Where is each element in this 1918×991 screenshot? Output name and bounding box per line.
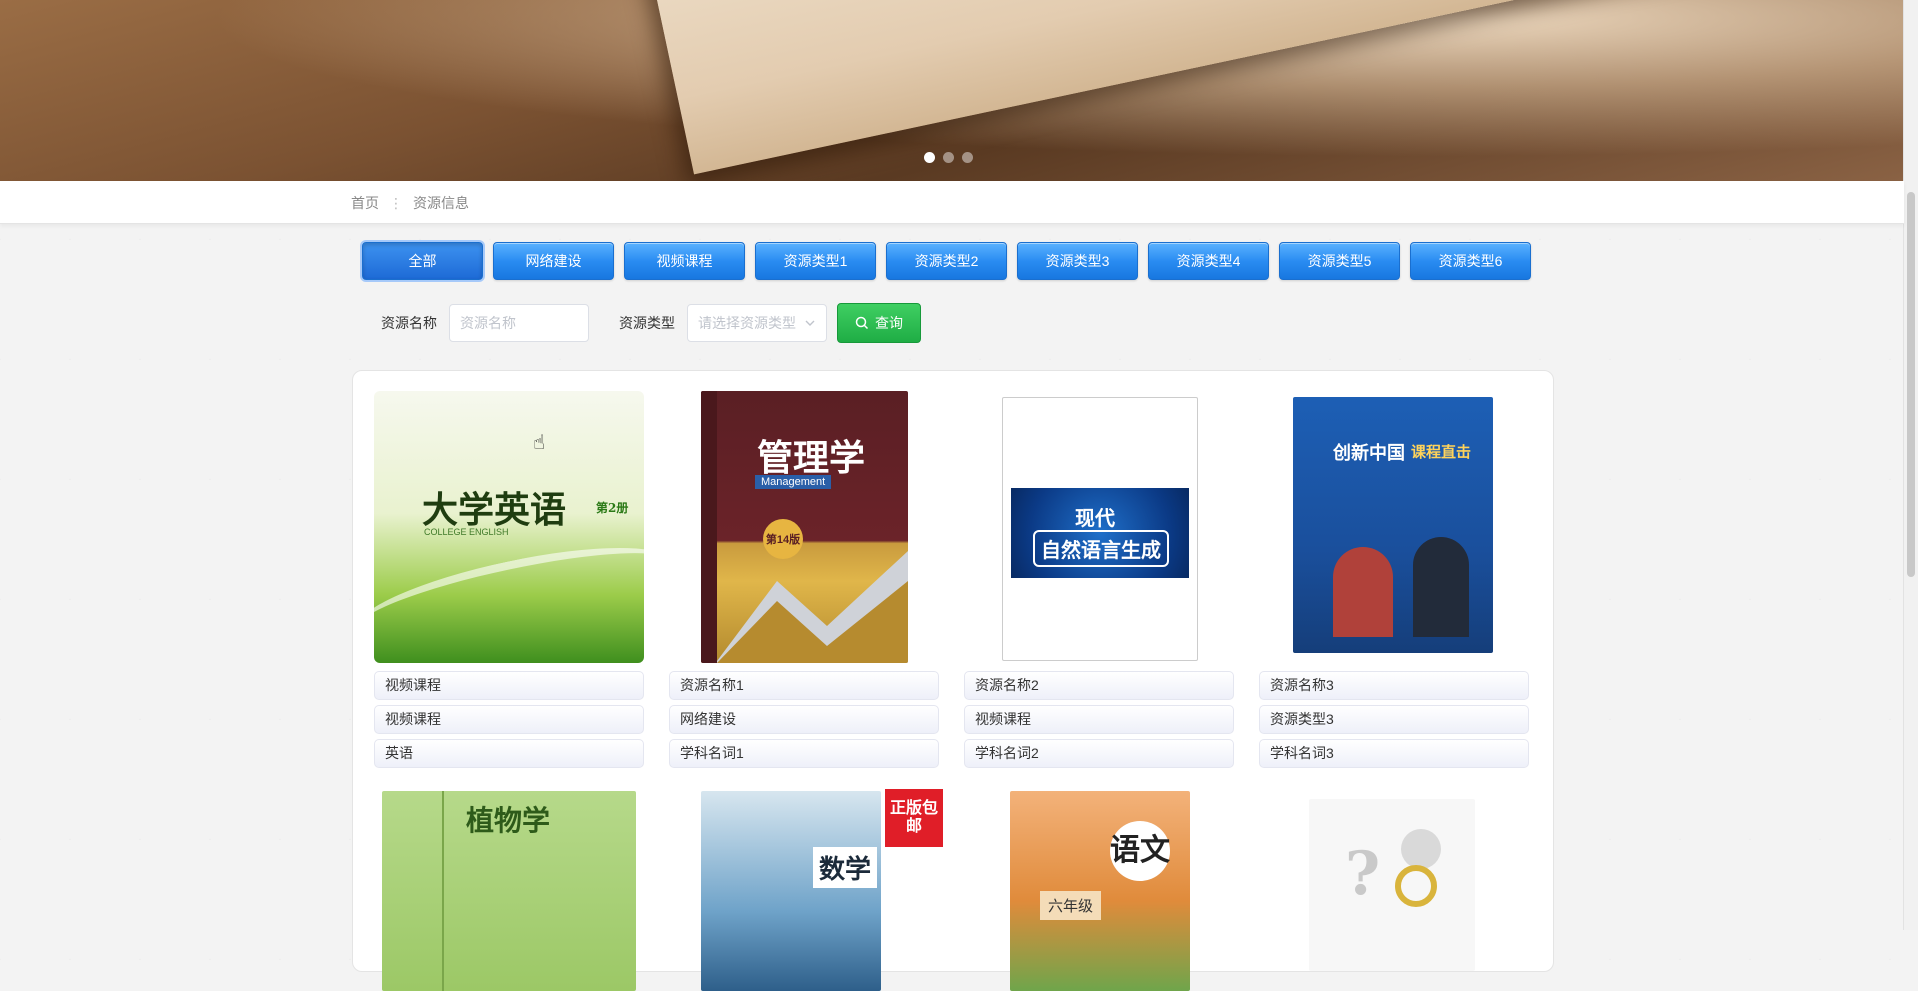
resource-grid: 大学英语 第2册 COLLEGE ENGLISH 视频课程 视频课程 英语 管理… [352,370,1554,991]
category-type1-button[interactable]: 资源类型1 [755,242,876,280]
category-video-button[interactable]: 视频课程 [624,242,745,280]
type-select-placeholder: 请选择资源类型 [698,315,796,331]
cover-subtitle: Management [755,475,832,489]
resource-subject: 英语 [374,739,644,768]
cover-image[interactable]: 数学 [701,791,881,991]
cover-image[interactable]: 创新中国 课程直击 [1293,397,1493,653]
carousel-dot-3[interactable] [962,152,973,163]
cover-image[interactable]: 植物学 [382,791,636,991]
category-type6-button[interactable]: 资源类型6 [1410,242,1531,280]
breadcrumb-bar: 首页 ⋮ 资源信息 [0,181,1904,224]
resource-name: 资源名称2 [964,671,1234,700]
cover-subtitle: 课程直击 [1411,443,1472,461]
resource-type: 视频课程 [964,705,1234,734]
cover-image[interactable]: ? [1309,799,1475,971]
chevron-down-icon [805,320,815,326]
carousel-dot-1[interactable] [924,152,935,163]
cover-title: 现代 [1075,506,1115,530]
question-mark-icon: ? [1345,839,1381,909]
cover-image[interactable]: 语文 六年级 [1010,791,1190,991]
resource-type: 网络建设 [669,705,939,734]
cover-title: 植物学 [466,804,551,837]
scrollbar-thumb[interactable] [1907,192,1915,577]
resource-name: 视频课程 [374,671,644,700]
key-icon [1395,865,1437,907]
cover-subtitle: COLLEGE ENGLISH [424,527,509,537]
cover-image[interactable]: 管理学 Management 第14版 [701,391,908,663]
hero-banner [0,0,1904,181]
cover-graphic [717,551,908,663]
cover-person-1 [1333,547,1393,637]
query-button[interactable]: 查询 [837,303,921,343]
resource-name: 资源名称1 [669,671,939,700]
cover-subtitle: 自然语言生成 [1033,530,1169,567]
figure-head [1401,829,1441,869]
cover-person-2 [1413,537,1469,637]
breadcrumb-current: 资源信息 [413,195,469,211]
book-divider [442,791,444,991]
cover-title: 大学英语 [422,489,567,531]
cover-badge: 第2册 [596,501,629,515]
category-network-button[interactable]: 网络建设 [493,242,614,280]
category-type4-button[interactable]: 资源类型4 [1148,242,1269,280]
resource-subject: 学科名词3 [1259,739,1529,768]
breadcrumb-home[interactable]: 首页 [351,193,379,213]
breadcrumb: 首页 ⋮ 资源信息 [351,193,469,213]
cover-title: 语文 [1110,821,1170,881]
name-input[interactable] [449,304,589,342]
type-select[interactable]: 请选择资源类型 [687,304,827,342]
search-form: 资源名称 资源类型 请选择资源类型 查询 [381,303,921,343]
banner-image [640,0,1904,175]
resource-subject: 学科名词1 [669,739,939,768]
cover-image[interactable]: 大学英语 第2册 COLLEGE ENGLISH [374,391,644,663]
carousel-indicators [924,152,973,163]
breadcrumb-separator: ⋮ [389,194,403,211]
promo-stamp: 正版包邮 [885,789,943,847]
cover-title: 创新中国 [1333,443,1405,464]
resource-type: 视频课程 [374,705,644,734]
cover-image[interactable]: 现代 自然语言生成 [1002,397,1198,661]
search-icon [855,316,869,330]
category-all-button[interactable]: 全部 [362,242,483,280]
category-type2-button[interactable]: 资源类型2 [886,242,1007,280]
name-label: 资源名称 [381,315,437,331]
resource-subject: 学科名词2 [964,739,1234,768]
category-type3-button[interactable]: 资源类型3 [1017,242,1138,280]
resource-name: 资源名称3 [1259,671,1529,700]
book-spine [701,391,717,663]
cover-subtitle: 六年级 [1040,891,1102,920]
cover-swoosh [374,528,644,662]
category-tabs: 全部 网络建设 视频课程 资源类型1 资源类型2 资源类型3 资源类型4 资源类… [362,242,1531,280]
cover-title: 管理学 [757,437,866,479]
type-label: 资源类型 [619,315,675,331]
category-type5-button[interactable]: 资源类型5 [1279,242,1400,280]
page-scrollbar[interactable] [1903,0,1918,930]
resource-type: 资源类型3 [1259,705,1529,734]
query-button-label: 查询 [875,315,903,331]
cover-title: 数学 [813,847,878,888]
carousel-dot-2[interactable] [943,152,954,163]
hand-cursor-icon: ☝ [533,432,546,454]
